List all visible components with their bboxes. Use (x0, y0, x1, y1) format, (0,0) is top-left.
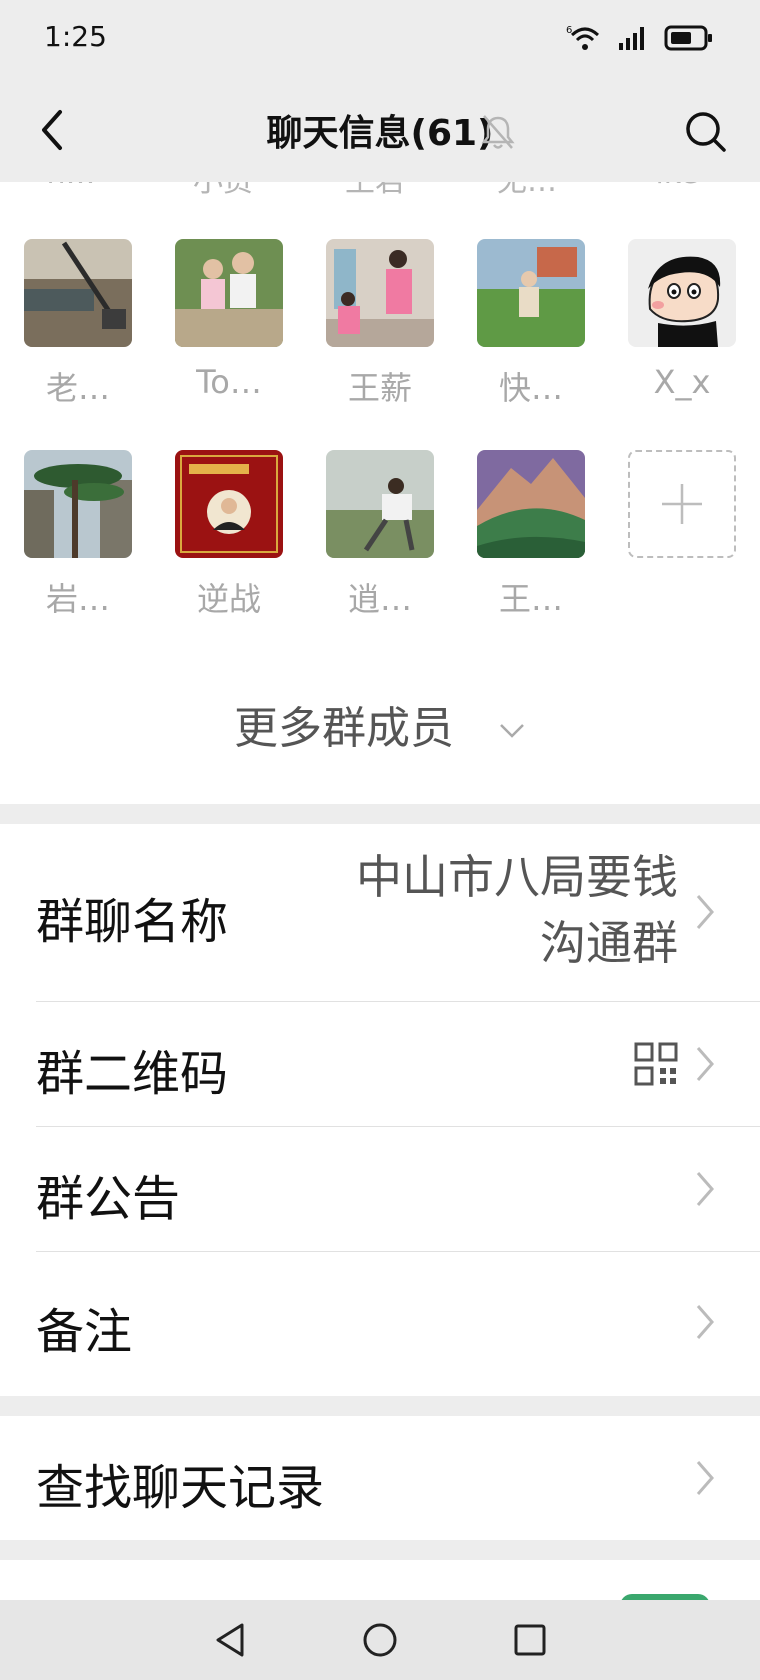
group-search-history: 查找聊天记录 (0, 1416, 760, 1540)
member-name: X_x (653, 363, 711, 401)
member-item[interactable]: 岩… (13, 450, 133, 630)
row-search-chat-history[interactable]: 查找聊天记录 (0, 1416, 760, 1540)
member-avatar[interactable] (24, 239, 132, 347)
chevron-right-icon (696, 1461, 714, 1495)
member-avatar[interactable] (477, 239, 585, 347)
nav-title-wrap: 聊天信息(61) (0, 104, 760, 156)
member-name: 逆战 (196, 580, 261, 618)
member-item[interactable]: X_x (617, 239, 737, 419)
green-mountain-photo-avatar (477, 450, 585, 558)
member-avatar[interactable] (326, 450, 434, 558)
status-bar: 1:25 6 (0, 0, 760, 76)
partial-member-name: ike (622, 182, 732, 191)
row-group-qr[interactable]: 群二维码 (0, 1002, 760, 1127)
system-nav-bar (0, 1600, 760, 1680)
member-avatar[interactable] (24, 450, 132, 558)
member-item[interactable]: 老… (13, 239, 133, 419)
partial-member-names: n… 小资 王君 无… ike (0, 182, 760, 199)
member-avatar[interactable] (628, 239, 736, 347)
circle-home-icon (363, 1623, 397, 1657)
chevron-right-icon (696, 1172, 714, 1206)
mountain-man-photo-avatar (326, 450, 434, 558)
member-avatar[interactable] (175, 239, 283, 347)
cartoon-avatar (628, 239, 736, 347)
remark-label: 备注 (36, 1304, 133, 1360)
member-item[interactable]: 逍… (315, 450, 435, 630)
toddler-photo-avatar (477, 239, 585, 347)
partial-member-name: 小资 (168, 182, 278, 200)
member-item[interactable]: 逆战 (164, 450, 284, 630)
member-item[interactable]: 王… (466, 450, 586, 630)
playground-photo-avatar (326, 239, 434, 347)
member-name: 王… (498, 580, 563, 618)
partial-member-name: 无… (472, 182, 582, 200)
chevron-right-icon (696, 1305, 714, 1339)
group-announcement-label: 群公告 (36, 1171, 181, 1227)
member-name: 岩… (45, 580, 110, 618)
add-member-item[interactable] (617, 450, 737, 630)
partial-member-name: 王君 (320, 182, 430, 200)
chevron-right-icon (696, 895, 714, 929)
status-icons: 6 (566, 20, 714, 56)
system-home-button[interactable] (305, 1600, 455, 1680)
member-avatar[interactable] (175, 450, 283, 558)
group-name-line2: 沟通群 (540, 916, 678, 970)
plus-icon (662, 484, 702, 524)
member-item[interactable]: 王薪 (315, 239, 435, 419)
nav-bar: 聊天信息(61) (0, 76, 760, 182)
search-icon (686, 112, 726, 152)
cell-signal-icon (619, 27, 644, 50)
group-name-label: 群聊名称 (36, 894, 229, 950)
system-recents-button[interactable] (455, 1600, 605, 1680)
qr-code-icon (634, 1042, 678, 1086)
system-back-button[interactable] (155, 1600, 305, 1680)
add-member-button[interactable] (628, 450, 736, 558)
more-members-button[interactable]: 更多群成员 (0, 692, 760, 754)
square-recents-icon (514, 1624, 546, 1656)
group-name-line1: 中山市八局要钱 (356, 850, 678, 904)
red-poster-avatar (175, 450, 283, 558)
member-name: 老… (45, 369, 110, 407)
member-name: 逍… (347, 580, 412, 618)
group-qr-label: 群二维码 (36, 1046, 229, 1102)
page-title: 聊天信息(61) (266, 113, 494, 154)
member-avatar[interactable] (477, 450, 585, 558)
kids-photo-avatar (175, 239, 283, 347)
triangle-back-icon (216, 1623, 244, 1657)
construction-photo-avatar (24, 239, 132, 347)
member-item[interactable]: 快… (466, 239, 586, 419)
member-name: To… (196, 363, 262, 401)
wifi-icon: 6 (566, 25, 600, 50)
search-history-label: 查找聊天记录 (36, 1460, 325, 1516)
row-group-name[interactable]: 群聊名称 中山市八局要钱 沟通群 (0, 824, 760, 1002)
group-name-value: 中山市八局要钱 沟通群 (356, 844, 678, 976)
member-name: 王薪 (347, 369, 412, 407)
member-avatar[interactable] (326, 239, 434, 347)
status-time: 1:25 (44, 20, 107, 53)
member-item[interactable]: To… (164, 239, 284, 419)
chevron-right-icon (696, 1047, 714, 1081)
member-name: 快… (498, 369, 563, 407)
pine-tree-photo-avatar (24, 450, 132, 558)
row-remark[interactable]: 备注 (0, 1252, 760, 1396)
row-group-announcement[interactable]: 群公告 (0, 1127, 760, 1252)
more-members-label: 更多群成员 (234, 703, 454, 754)
members-panel: n… 小资 王君 无… ike 老… (0, 182, 760, 804)
chevron-down-icon (500, 724, 524, 738)
group-settings: 群聊名称 中山市八局要钱 沟通群 群二维码 群公告 备注 (0, 824, 760, 1396)
battery-icon (664, 25, 712, 51)
search-button[interactable] (676, 102, 736, 162)
mute-bell-icon (481, 115, 515, 149)
partial-member-name: n… (16, 182, 126, 191)
